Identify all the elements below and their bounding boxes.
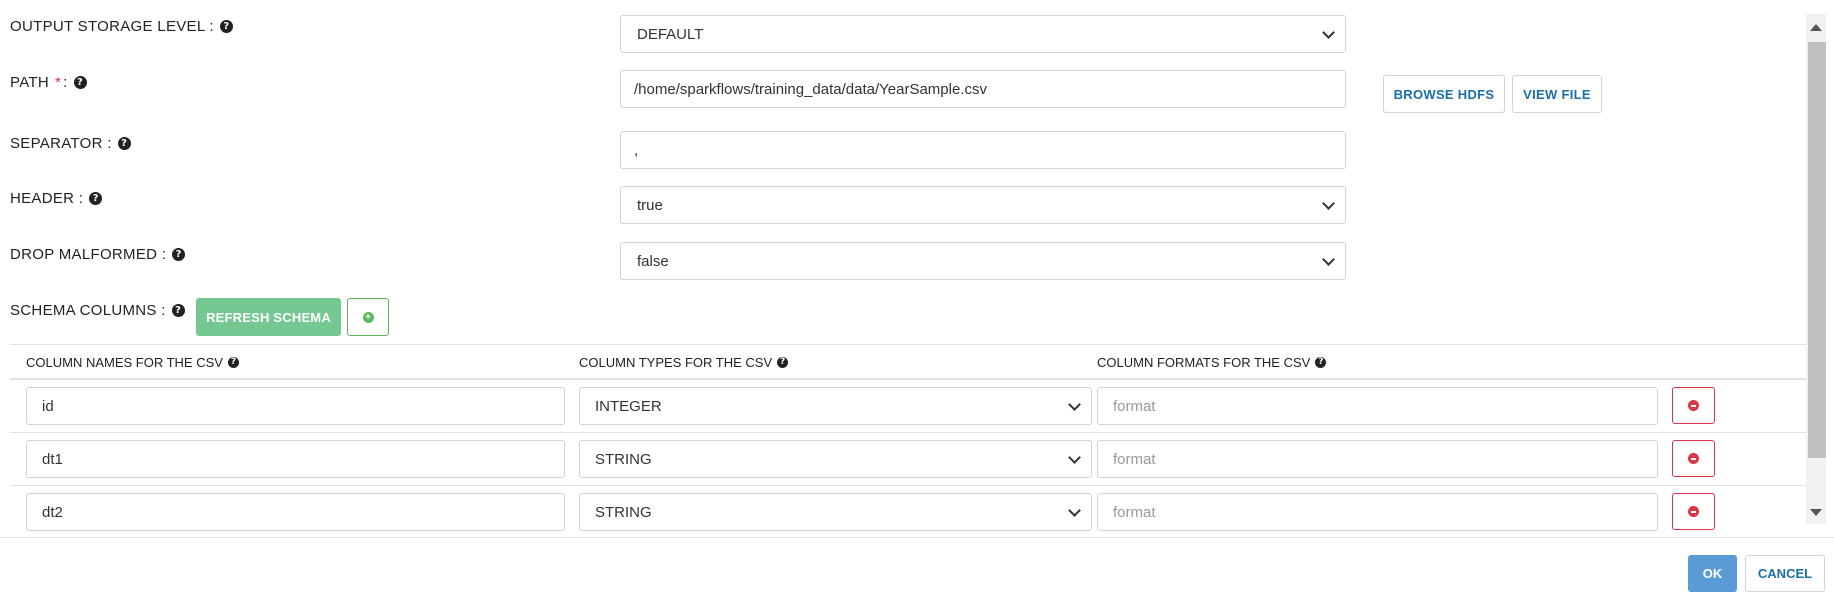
column-name-input[interactable]: dt1 bbox=[26, 440, 565, 478]
column-format-input[interactable]: format bbox=[1097, 493, 1658, 531]
dialog-scroll-area: OUTPUT STORAGE LEVEL : ? DEFAULT PATH * … bbox=[0, 0, 1806, 537]
path-label: PATH * : ? bbox=[10, 74, 87, 91]
column-types-header-text: COLUMN TYPES FOR THE CSV bbox=[579, 355, 773, 370]
column-type-select[interactable]: INTEGER bbox=[579, 387, 1092, 425]
header-select[interactable]: true bbox=[620, 186, 1346, 224]
path-value: /home/sparkflows/training_data/data/Year… bbox=[634, 80, 987, 98]
schema-table-header: COLUMN NAMES FOR THE CSV ? COLUMN TYPES … bbox=[10, 344, 1806, 380]
add-column-button[interactable]: + bbox=[347, 298, 389, 336]
column-formats-header-text: COLUMN FORMATS FOR THE CSV bbox=[1097, 355, 1311, 370]
separator-input[interactable]: , bbox=[620, 131, 1346, 169]
column-name-input[interactable]: id bbox=[26, 387, 565, 425]
scroll-down-arrow-icon[interactable] bbox=[1810, 509, 1822, 516]
help-icon[interactable]: ? bbox=[172, 248, 186, 261]
view-file-button[interactable]: VIEW FILE bbox=[1512, 75, 1602, 113]
column-names-header-text: COLUMN NAMES FOR THE CSV bbox=[26, 355, 223, 370]
chevron-down-icon bbox=[1068, 504, 1081, 517]
path-colon: : bbox=[63, 74, 68, 91]
column-type-select[interactable]: STRING bbox=[579, 493, 1092, 531]
chevron-down-icon bbox=[1322, 253, 1335, 266]
help-icon[interactable]: ? bbox=[171, 304, 185, 317]
column-type-value: STRING bbox=[595, 450, 652, 468]
header-value: true bbox=[637, 196, 663, 214]
minus-circle-icon bbox=[1688, 506, 1699, 517]
chevron-down-icon bbox=[1068, 398, 1081, 411]
minus-circle-icon bbox=[1688, 453, 1699, 464]
chevron-down-icon bbox=[1322, 197, 1335, 210]
separator-value: , bbox=[634, 141, 639, 159]
help-icon[interactable]: ? bbox=[1315, 357, 1327, 368]
drop-malformed-label-text: DROP MALFORMED : bbox=[10, 246, 167, 263]
column-names-header: COLUMN NAMES FOR THE CSV ? bbox=[26, 355, 239, 370]
scroll-up-arrow-icon[interactable] bbox=[1810, 24, 1822, 31]
column-types-header: COLUMN TYPES FOR THE CSV ? bbox=[579, 355, 789, 370]
path-label-text: PATH bbox=[10, 74, 49, 91]
schema-columns-label-text: SCHEMA COLUMNS : bbox=[10, 302, 166, 319]
separator-label: SEPARATOR : ? bbox=[10, 135, 131, 152]
column-name-input[interactable]: dt2 bbox=[26, 493, 565, 531]
drop-malformed-label: DROP MALFORMED : ? bbox=[10, 246, 186, 263]
remove-column-button[interactable] bbox=[1672, 387, 1715, 424]
chevron-down-icon bbox=[1322, 26, 1335, 39]
table-row: id INTEGER format bbox=[10, 380, 1806, 433]
column-format-input[interactable]: format bbox=[1097, 440, 1658, 478]
header-label-text: HEADER : bbox=[10, 190, 84, 207]
table-row: dt2 STRING format bbox=[10, 486, 1806, 537]
scrollbar-thumb[interactable] bbox=[1808, 42, 1826, 458]
remove-column-button[interactable] bbox=[1672, 493, 1715, 530]
column-type-value: INTEGER bbox=[595, 397, 662, 415]
minus-circle-icon bbox=[1688, 400, 1699, 411]
help-icon[interactable]: ? bbox=[117, 137, 131, 150]
output-storage-level-text: OUTPUT STORAGE LEVEL : bbox=[10, 18, 214, 35]
vertical-scrollbar[interactable] bbox=[1806, 14, 1826, 524]
browse-hdfs-button[interactable]: BROWSE HDFS bbox=[1383, 75, 1505, 113]
ok-button[interactable]: OK bbox=[1688, 555, 1737, 592]
column-formats-header: COLUMN FORMATS FOR THE CSV ? bbox=[1097, 355, 1327, 370]
column-format-input[interactable]: format bbox=[1097, 387, 1658, 425]
drop-malformed-value: false bbox=[637, 252, 669, 270]
path-input[interactable]: /home/sparkflows/training_data/data/Year… bbox=[620, 70, 1346, 108]
schema-columns-label: SCHEMA COLUMNS : ? bbox=[10, 302, 185, 319]
header-label: HEADER : ? bbox=[10, 190, 103, 207]
dialog-footer: OK CANCEL bbox=[0, 537, 1834, 602]
column-type-value: STRING bbox=[595, 503, 652, 521]
refresh-schema-button[interactable]: REFRESH SCHEMA bbox=[196, 298, 341, 336]
help-icon[interactable]: ? bbox=[227, 357, 239, 368]
table-row: dt1 STRING format bbox=[10, 433, 1806, 486]
output-storage-level-select[interactable]: DEFAULT bbox=[620, 15, 1346, 53]
help-icon[interactable]: ? bbox=[219, 20, 233, 33]
separator-label-text: SEPARATOR : bbox=[10, 135, 112, 152]
output-storage-level-label: OUTPUT STORAGE LEVEL : ? bbox=[10, 18, 233, 35]
drop-malformed-select[interactable]: false bbox=[620, 242, 1346, 280]
help-icon[interactable]: ? bbox=[89, 192, 103, 205]
cancel-button[interactable]: CANCEL bbox=[1745, 555, 1825, 592]
help-icon[interactable]: ? bbox=[777, 357, 789, 368]
required-mark: * bbox=[54, 74, 62, 91]
chevron-down-icon bbox=[1068, 451, 1081, 464]
column-type-select[interactable]: STRING bbox=[579, 440, 1092, 478]
output-storage-level-value: DEFAULT bbox=[637, 25, 704, 43]
plus-circle-icon: + bbox=[362, 311, 374, 323]
help-icon[interactable]: ? bbox=[73, 76, 87, 89]
remove-column-button[interactable] bbox=[1672, 440, 1715, 477]
